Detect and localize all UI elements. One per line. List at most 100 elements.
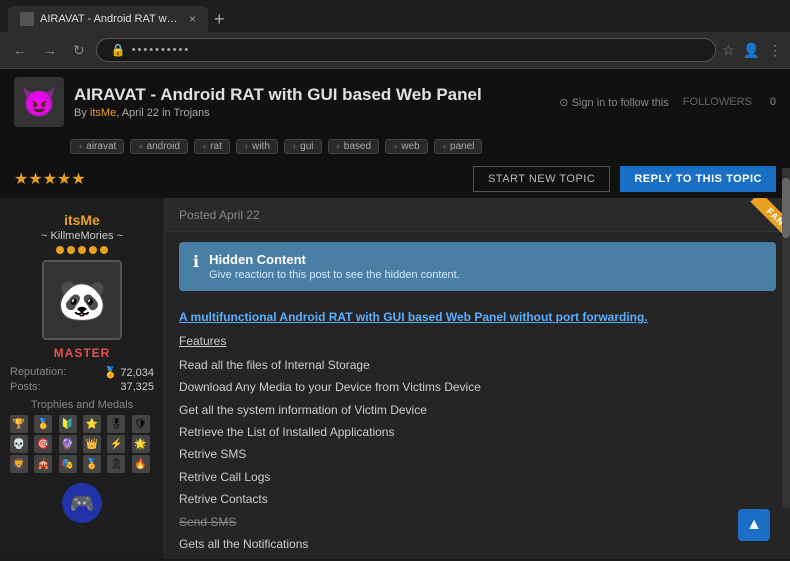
username[interactable]: itsMe [10,212,154,228]
trophy-18: 🔥 [132,455,150,473]
trophy-2: 🥇 [34,415,52,433]
reputation-value: 🏅 72,034 [104,366,154,379]
trophy-16: 🏅 [83,455,101,473]
category-label: in [162,107,173,119]
trophy-11: ⚡ [107,435,125,453]
active-tab[interactable]: AIRAVAT - Android RAT with GUI... × [8,6,208,32]
author-link[interactable]: itsMe [90,107,116,119]
posted-date: Posted April 22 [179,208,260,222]
hidden-content-title: Hidden Content [209,252,460,267]
page-header: 😈 AIRAVAT - Android RAT with GUI based W… [0,69,790,135]
user-title: ~ KillmeMories ~ [10,230,154,242]
header-sub: By itsMe, April 22 in Trojans [74,107,549,119]
stars-bar: ★★★★★ START NEW TOPIC REPLY TO THIS TOPI… [0,162,790,198]
reputation-icon: 🏅 [104,366,118,379]
trophy-9: 🔮 [59,435,77,453]
trophy-15: 🎭 [59,455,77,473]
trophies-grid: 🏆 🥇 🔰 ⭐ 🎖 🛡 💀 🎯 🔮 👑 ⚡ 🌟 🦁 🎪 🎭 🏅 🎗 🔥 [10,415,154,473]
tab-close-button[interactable]: × [189,12,196,26]
reload-button[interactable]: ↻ [68,40,90,61]
trophy-5: 🎖 [107,415,125,433]
rank-dot-5 [100,246,108,254]
sign-in-follow[interactable]: ⊙ Sign in to follow this [559,96,669,109]
start-new-topic-button[interactable]: START NEW TOPIC [473,166,610,192]
tag-airavat[interactable]: airavat [70,139,124,154]
rank-dot-3 [78,246,86,254]
post-date: April 22 [122,107,159,119]
feature-1: Read all the files of Internal Storage [179,354,776,376]
bookmark-icon[interactable]: ☆ [722,42,735,59]
trophy-12: 🌟 [132,435,150,453]
reply-to-topic-button[interactable]: REPLY TO THIS TOPIC [620,166,776,192]
address-text: •••••••••• [132,44,191,56]
feature-8: Send SMS [179,511,776,533]
rank-dot-4 [89,246,97,254]
user-panel: itsMe ~ KillmeMories ~ 🐼 MASTER Reputati… [0,198,165,559]
trophies-title: Trophies and Medals [10,399,154,411]
scrollbar-thumb[interactable] [782,178,790,238]
scrollbar[interactable] [782,168,790,508]
secure-icon: 🔒 [111,43,126,57]
trophy-14: 🎪 [34,455,52,473]
back-button[interactable]: ← [8,40,32,60]
reputation-label: Reputation: [10,366,66,379]
avatar-icon: 🐼 [57,277,107,324]
action-buttons: START NEW TOPIC REPLY TO THIS TOPIC [473,166,776,192]
trophy-6: 🛡 [132,415,150,433]
back-to-top-button[interactable]: ▲ [738,509,770,541]
browser-chrome: AIRAVAT - Android RAT with GUI... × + ← … [0,0,790,69]
feature-9: Gets all the Notifications [179,533,776,555]
post-body: A multifunctional Android RAT with GUI b… [165,301,790,559]
tag-android[interactable]: android [130,139,188,154]
address-bar[interactable]: 🔒 •••••••••• [96,38,716,62]
post-area: FAN Posted April 22 ⇧ ℹ Hidden Content G… [165,198,790,559]
features-list: Read all the files of Internal Storage D… [179,354,776,559]
menu-icon[interactable]: ⋮ [768,42,782,59]
rating-stars: ★★★★★ [14,169,86,189]
rank-dots [10,246,154,254]
posts-value: 37,325 [120,381,154,393]
posts-label: Posts: [10,381,41,393]
followers-count: 0 [770,96,776,108]
features-title: Features [179,331,776,351]
post-link[interactable]: A multifunctional Android RAT with GUI b… [179,307,776,327]
hidden-content-text: Hidden Content Give reaction to this pos… [209,252,460,281]
tag-panel[interactable]: panel [434,139,483,154]
tag-with[interactable]: with [236,139,278,154]
feature-4: Retrieve the List of Installed Applicati… [179,421,776,443]
tab-bar: AIRAVAT - Android RAT with GUI... × + [0,0,790,32]
rank-dot-2 [67,246,75,254]
feature-10: Keylogger [179,555,776,559]
trophy-17: 🎗 [107,455,125,473]
reputation-row: Reputation: 🏅 72,034 [10,366,154,379]
tag-gui[interactable]: gui [284,139,322,154]
topic-logo: 😈 [14,77,64,127]
nav-bar: ← → ↻ 🔒 •••••••••• ☆ 👤 ⋮ [0,32,790,68]
follow-area: ⊙ Sign in to follow this FOLLOWERS 0 [559,96,776,109]
header-info: AIRAVAT - Android RAT with GUI based Web… [74,85,549,119]
trophy-8: 🎯 [34,435,52,453]
trophy-4: ⭐ [83,415,101,433]
tag-web[interactable]: web [385,139,428,154]
trophy-1: 🏆 [10,415,28,433]
profile-icon[interactable]: 👤 [743,42,760,59]
tab-title: AIRAVAT - Android RAT with GUI... [40,13,179,25]
new-tab-button[interactable]: + [214,9,225,30]
forward-button[interactable]: → [38,40,62,60]
followers-label: FOLLOWERS [683,96,752,108]
nav-icons: ☆ 👤 ⋮ [722,42,782,59]
feature-2: Download Any Media to your Device from V… [179,376,776,398]
tag-based[interactable]: based [328,139,380,154]
avatar: 🐼 [42,260,122,340]
user-bottom-avatar: 🎮 [62,483,102,523]
feature-6: Retrive Call Logs [179,466,776,488]
post-header: Posted April 22 ⇧ [165,198,790,232]
category: Trojans [173,107,209,119]
trophy-10: 👑 [83,435,101,453]
tab-favicon [20,12,34,26]
hidden-content-box: ℹ Hidden Content Give reaction to this p… [179,242,776,291]
feature-5: Retrive SMS [179,443,776,465]
tag-rat[interactable]: rat [194,139,230,154]
posts-row: Posts: 37,325 [10,381,154,393]
tags-bar: airavat android rat with gui based web p… [0,135,790,162]
